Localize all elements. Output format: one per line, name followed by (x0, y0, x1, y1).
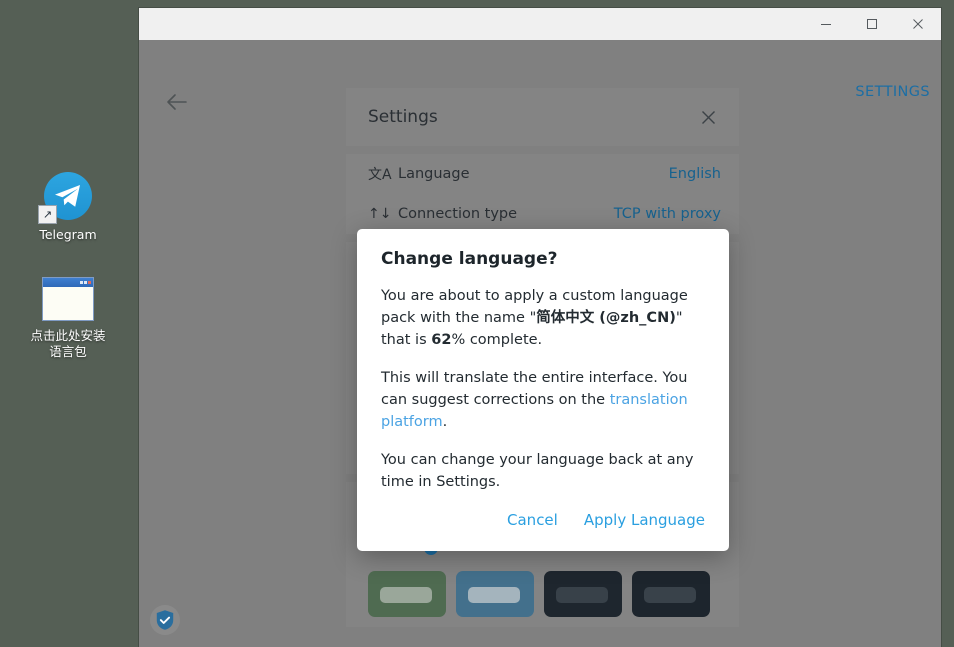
theme-swatch-green[interactable] (368, 571, 446, 617)
desktop-icon-label: 点击此处安装 语言包 (30, 328, 105, 360)
arrow-left-icon[interactable] (159, 84, 195, 120)
telegram-window: SETTINGS Settings (139, 8, 941, 647)
dialog-text-part: . (443, 414, 448, 430)
shortcut-arrow-icon: ↗ (38, 205, 57, 224)
dialog-paragraph-3: You can change your language back at any… (381, 449, 705, 493)
dialog-text-part: % complete. (451, 332, 542, 348)
completion-percent: 62 (431, 332, 451, 348)
cancel-button[interactable]: Cancel (507, 511, 558, 529)
settings-section-general: 文A Language English ↑↓ Connection type T… (346, 154, 739, 234)
theme-swatch-dark[interactable] (544, 571, 622, 617)
desktop-icon-label-line1: 点击此处安装 (30, 328, 105, 344)
telegram-logo-icon: ↗ (44, 172, 92, 220)
minimize-button[interactable] (803, 8, 849, 40)
desktop-icon-label-line2: 语言包 (30, 344, 105, 360)
page-title: Settings (368, 107, 438, 127)
shield-check-icon[interactable] (150, 605, 180, 635)
maximize-button[interactable] (849, 8, 895, 40)
setting-label: Language (398, 166, 669, 182)
desktop-screen: ↗ Telegram 点击此处安装 语言包 (0, 0, 954, 647)
dialog-title: Change language? (381, 249, 705, 269)
setting-row-language[interactable]: 文A Language English (346, 154, 739, 194)
theme-swatch-night[interactable] (632, 571, 710, 617)
desktop-icon-telegram[interactable]: ↗ Telegram (13, 172, 123, 243)
theme-swatch-blue[interactable] (456, 571, 534, 617)
settings-header-label[interactable]: SETTINGS (855, 84, 930, 100)
close-icon[interactable] (695, 104, 721, 130)
setting-row-connection-type[interactable]: ↑↓ Connection type TCP with proxy (346, 194, 739, 234)
setting-label: Connection type (398, 206, 614, 222)
change-language-dialog: Change language? You are about to apply … (357, 229, 729, 551)
desktop-icon-language-pack[interactable]: 点击此处安装 语言包 (13, 277, 123, 360)
language-pack-name: 简体中文 (@zh_CN) (536, 310, 676, 326)
settings-panel-header-block: Settings (346, 88, 739, 146)
window-file-icon (42, 277, 94, 321)
dialog-actions: Cancel Apply Language (381, 507, 705, 537)
setting-value[interactable]: TCP with proxy (614, 206, 721, 222)
desktop-icon-label: Telegram (39, 227, 96, 243)
window-content: SETTINGS Settings (139, 40, 941, 647)
window-titlebar (139, 8, 941, 40)
translate-icon: 文A (368, 164, 398, 184)
theme-swatch-list (368, 571, 717, 617)
close-button[interactable] (895, 8, 941, 40)
setting-value[interactable]: English (669, 166, 721, 182)
dialog-paragraph-2: This will translate the entire interface… (381, 367, 705, 433)
apply-language-button[interactable]: Apply Language (584, 511, 705, 529)
dialog-paragraph-1: You are about to apply a custom language… (381, 285, 705, 351)
connection-icon: ↑↓ (368, 206, 398, 222)
